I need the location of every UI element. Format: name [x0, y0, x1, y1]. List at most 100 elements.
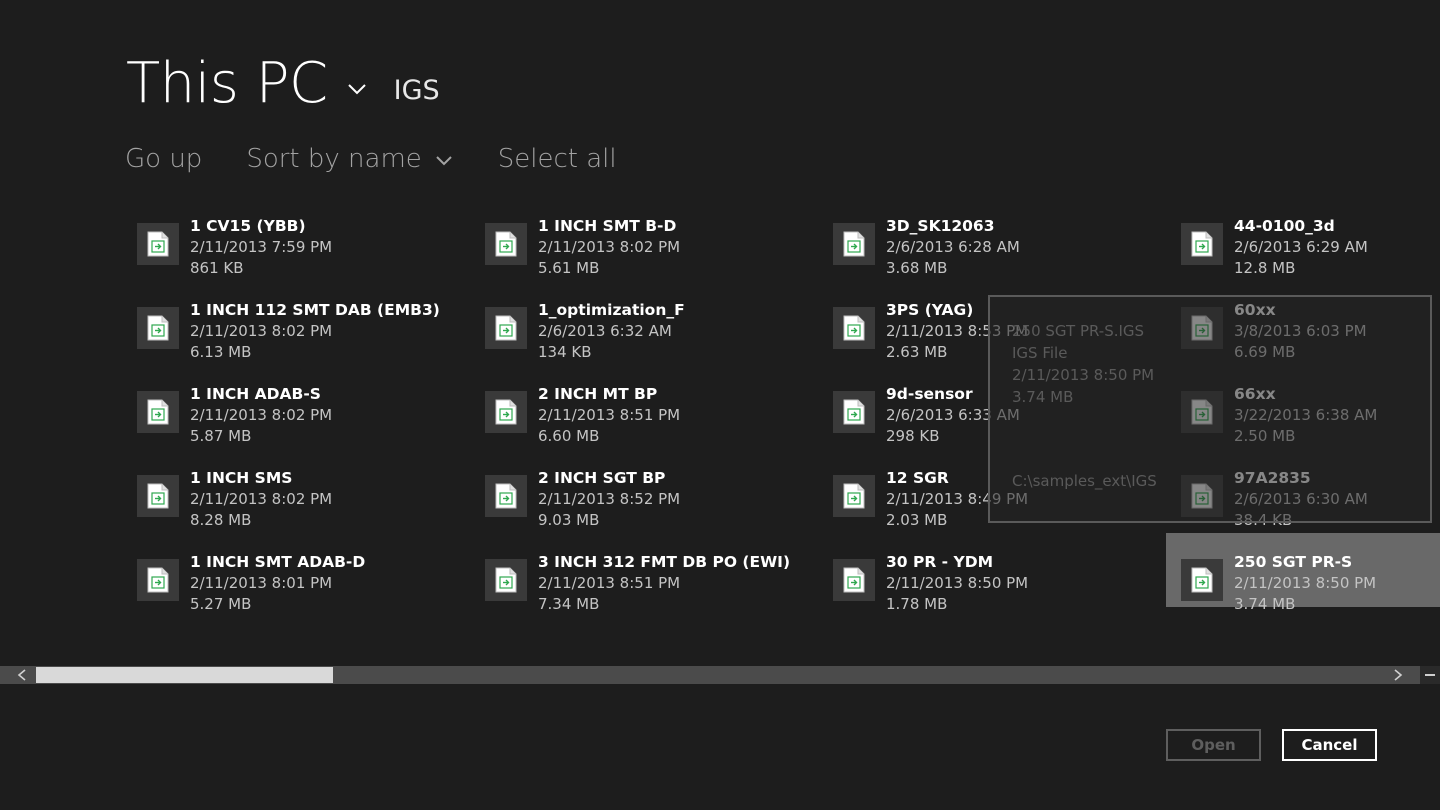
file-info: 1_optimization_F 2/6/2013 6:32 AM 134 KB: [538, 300, 685, 363]
file-thumbnail: [485, 391, 527, 433]
file-info: 1 INCH SMT B-D 2/11/2013 8:02 PM 5.61 MB: [538, 216, 680, 279]
file-tile[interactable]: 66xx 3/22/2013 6:38 AM 2.50 MB: [1180, 379, 1440, 451]
file-tile[interactable]: 1 CV15 (YBB) 2/11/2013 7:59 PM 861 KB: [136, 211, 404, 283]
file-info: 1 INCH SMT ADAB-D 2/11/2013 8:01 PM 5.27 M…: [190, 552, 365, 615]
file-name: 1 INCH ADAB-S: [190, 385, 321, 403]
file-tile[interactable]: 1 INCH SMT B-D 2/11/2013 8:02 PM 5.61 MB: [484, 211, 752, 283]
file-info: 9d-sensor 2/6/2013 6:33 AM 298 KB: [886, 384, 1020, 447]
file-date: 2/11/2013 8:02 PM: [190, 406, 333, 424]
sort-by-name-button[interactable]: Sort by name: [246, 142, 453, 176]
file-tile[interactable]: 1 INCH SMS 2/11/2013 8:02 PM 8.28 MB: [136, 463, 404, 535]
file-thumbnail: [137, 559, 179, 601]
igs-file-icon: [147, 315, 169, 341]
file-tile[interactable]: 1_optimization_F 2/6/2013 6:32 AM 134 KB: [484, 295, 752, 367]
igs-file-icon: [843, 483, 865, 509]
igs-file-icon: [1191, 399, 1213, 425]
igs-file-icon: [843, 399, 865, 425]
header: This PC IGS: [126, 52, 440, 116]
horizontal-scrollbar[interactable]: [0, 666, 1440, 684]
file-size: 3.74 MB: [1234, 595, 1296, 613]
igs-file-icon: [495, 567, 517, 593]
igs-file-icon: [843, 315, 865, 341]
file-name: 1_optimization_F: [538, 301, 685, 319]
file-thumbnail: [485, 307, 527, 349]
igs-file-icon: [495, 483, 517, 509]
file-date: 2/11/2013 8:02 PM: [538, 238, 681, 256]
file-tile[interactable]: 3PS (YAG) 2/11/2013 8:53 PM 2.63 MB: [832, 295, 1100, 367]
cancel-button[interactable]: Cancel: [1282, 729, 1377, 761]
file-thumbnail: [137, 391, 179, 433]
file-date: 2/11/2013 8:53 PM: [886, 322, 1029, 340]
file-tile[interactable]: 250 SGT PR-S 2/11/2013 8:50 PM 3.74 MB: [1166, 533, 1440, 619]
file-size: 1.78 MB: [886, 595, 948, 613]
file-tile[interactable]: 3 INCH 312 FMT DB PO (EWI) 2/11/2013 8:51…: [484, 547, 790, 619]
file-tile[interactable]: 30 PR - YDM 2/11/2013 8:50 PM 1.78 MB: [832, 547, 1100, 619]
file-size: 134 KB: [538, 343, 592, 361]
chevron-right-icon[interactable]: [1384, 666, 1414, 684]
file-tile[interactable]: 97A2835 2/6/2013 6:30 AM 38.4 KB: [1180, 463, 1440, 535]
file-tile[interactable]: 44-0100_3d 2/6/2013 6:29 AM 12.8 MB: [1180, 211, 1440, 283]
file-thumbnail: [833, 223, 875, 265]
file-size: 7.34 MB: [538, 595, 600, 613]
file-name: 1 INCH SMT B-D: [538, 217, 677, 235]
file-info: 2 INCH SGT BP 2/11/2013 8:52 PM 9.03 MB: [538, 468, 680, 531]
file-tile[interactable]: 2 INCH MT BP 2/11/2013 8:51 PM 6.60 MB: [484, 379, 752, 451]
file-tile[interactable]: 12 SGR 2/11/2013 8:49 PM 2.03 MB: [832, 463, 1100, 535]
igs-file-icon: [495, 231, 517, 257]
file-grid: 1 CV15 (YBB) 2/11/2013 7:59 PM 861 KB 1 INC…: [136, 211, 1440, 651]
open-button[interactable]: Open: [1166, 729, 1261, 761]
file-date: 2/11/2013 8:51 PM: [538, 406, 681, 424]
location-title[interactable]: This PC: [126, 52, 328, 116]
chevron-down-icon: [436, 156, 452, 166]
igs-file-icon: [1191, 567, 1213, 593]
file-name: 1 CV15 (YBB): [190, 217, 306, 235]
file-size: 298 KB: [886, 427, 940, 445]
file-tile[interactable]: 2 INCH SGT BP 2/11/2013 8:52 PM 9.03 MB: [484, 463, 752, 535]
file-tile[interactable]: 1 INCH 112 SMT DAB (EMB3) 2/11/2013 8:02 …: [136, 295, 440, 367]
file-info: 1 INCH 112 SMT DAB (EMB3) 2/11/2013 8:02 …: [190, 300, 440, 363]
file-info: 44-0100_3d 2/6/2013 6:29 AM 12.8 MB: [1234, 216, 1368, 279]
file-tile[interactable]: 60xx 3/8/2013 6:03 PM 6.69 MB: [1180, 295, 1440, 367]
file-thumbnail: [137, 307, 179, 349]
file-name: 1 INCH SMS: [190, 469, 293, 487]
chevron-down-icon[interactable]: [346, 78, 368, 100]
file-size: 6.69 MB: [1234, 343, 1296, 361]
file-size: 2.63 MB: [886, 343, 948, 361]
igs-file-icon: [1191, 315, 1213, 341]
go-up-button[interactable]: Go up: [125, 142, 202, 176]
file-info: 1 INCH ADAB-S 2/11/2013 8:02 PM 5.87 MB: [190, 384, 332, 447]
file-tile[interactable]: 1 INCH ADAB-S 2/11/2013 8:02 PM 5.87 MB: [136, 379, 404, 451]
scroll-end-button[interactable]: [1420, 666, 1440, 684]
file-name: 2 INCH MT BP: [538, 385, 658, 403]
file-tile[interactable]: 1 INCH SMT ADAB-D 2/11/2013 8:01 PM 5.27 M…: [136, 547, 404, 619]
file-tile[interactable]: 9d-sensor 2/6/2013 6:33 AM 298 KB: [832, 379, 1100, 451]
file-tile[interactable]: 3D_SK12063 2/6/2013 6:28 AM 3.68 MB: [832, 211, 1100, 283]
file-date: 2/6/2013 6:28 AM: [886, 238, 1020, 256]
chevron-left-icon[interactable]: [6, 666, 36, 684]
scrollbar-thumb[interactable]: [36, 667, 333, 683]
file-info: 60xx 3/8/2013 6:03 PM 6.69 MB: [1234, 300, 1367, 363]
igs-file-icon: [1191, 483, 1213, 509]
file-size: 2.50 MB: [1234, 427, 1296, 445]
file-info: 2 INCH MT BP 2/11/2013 8:51 PM 6.60 MB: [538, 384, 680, 447]
select-all-button[interactable]: Select all: [498, 142, 617, 176]
file-name: 44-0100_3d: [1234, 217, 1335, 235]
igs-file-icon: [147, 483, 169, 509]
file-size: 5.27 MB: [190, 595, 252, 613]
file-info: 66xx 3/22/2013 6:38 AM 2.50 MB: [1234, 384, 1377, 447]
current-folder: IGS: [393, 75, 440, 106]
file-size: 6.60 MB: [538, 427, 600, 445]
file-size: 12.8 MB: [1234, 259, 1296, 277]
file-size: 6.13 MB: [190, 343, 252, 361]
file-thumbnail: [1181, 391, 1223, 433]
file-name: 2 INCH SGT BP: [538, 469, 666, 487]
file-name: 1 INCH SMT ADAB-D: [190, 553, 366, 571]
file-name: 250 SGT PR-S: [1234, 553, 1353, 571]
file-name: 3PS (YAG): [886, 301, 974, 319]
file-name: 97A2835: [1234, 469, 1311, 487]
file-date: 2/11/2013 8:02 PM: [190, 490, 333, 508]
file-size: 2.03 MB: [886, 511, 948, 529]
file-info: 1 CV15 (YBB) 2/11/2013 7:59 PM 861 KB: [190, 216, 332, 279]
file-size: 9.03 MB: [538, 511, 600, 529]
file-date: 3/8/2013 6:03 PM: [1234, 322, 1367, 340]
